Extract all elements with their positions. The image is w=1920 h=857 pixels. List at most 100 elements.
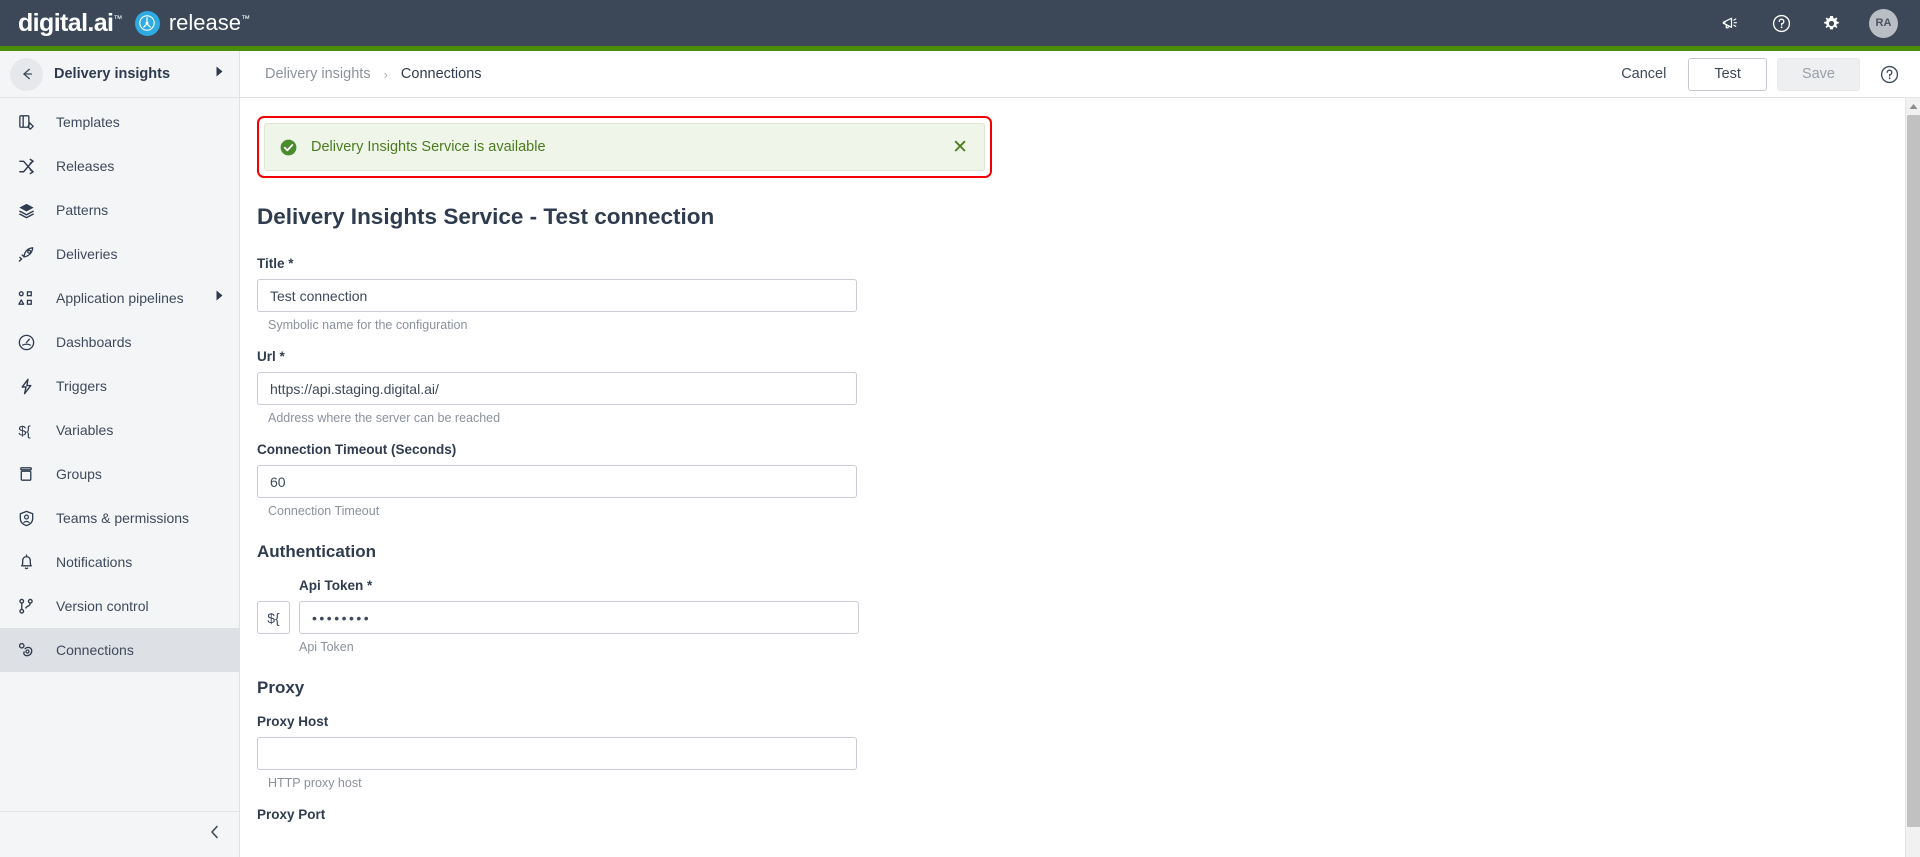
field-proxy-port: Proxy Port <box>257 807 1140 822</box>
field-hint: Connection Timeout <box>268 504 380 518</box>
field-hint: HTTP proxy host <box>268 776 362 790</box>
dashboards-gauge-icon <box>17 333 42 352</box>
release-wordmark: release™ <box>168 10 250 35</box>
trademark-symbol: ™ <box>113 13 122 24</box>
sidebar-item-application-pipelines[interactable]: Application pipelines <box>0 276 239 320</box>
field-proxy-host: Proxy Host HTTP proxy host <box>257 714 1140 790</box>
help-icon[interactable] <box>1769 11 1793 35</box>
vertical-scrollbar[interactable] <box>1905 98 1920 857</box>
close-icon[interactable]: ✕ <box>952 138 968 157</box>
svg-text:{: { <box>26 423 31 439</box>
sidebar-item-teams-permissions[interactable]: Teams & permissions <box>0 496 239 540</box>
user-avatar[interactable]: RA <box>1869 8 1898 38</box>
back-arrow-icon[interactable] <box>10 57 43 91</box>
page-header-actions: Cancel Test Save <box>1603 57 1900 91</box>
sidebar-item-notifications[interactable]: Notifications <box>0 540 239 584</box>
sidebar-item-groups[interactable]: Groups <box>0 452 239 496</box>
help-circle-icon[interactable] <box>1879 64 1900 85</box>
sidebar-item-label: Triggers <box>56 378 107 394</box>
field-label: Title * <box>257 256 294 271</box>
sidebar-item-label: Patterns <box>56 202 109 218</box>
main-content: Delivery Insights Service is available ✕… <box>240 98 1905 857</box>
patterns-layers-icon <box>17 201 42 220</box>
required-marker: * <box>284 256 294 271</box>
sidebar-item-version-control[interactable]: Version control <box>0 584 239 628</box>
breadcrumb-parent-link[interactable]: Delivery insights <box>265 66 371 82</box>
field-label: Connection Timeout (Seconds) <box>257 442 457 457</box>
api-token-input[interactable]: •••••••• <box>299 601 859 634</box>
sidebar-item-expand-icon[interactable] <box>214 289 225 307</box>
page-header: Delivery insights › Connections Cancel T… <box>240 51 1920 98</box>
settings-gear-icon[interactable] <box>1819 11 1843 35</box>
groups-box-icon <box>17 465 42 484</box>
sidebar-item-patterns[interactable]: Patterns <box>0 188 239 232</box>
breadcrumb-separator-icon: › <box>383 66 388 82</box>
field-api-token: Api Token * ${ •••••••• Api Token <box>257 578 1140 654</box>
sidebar-item-variables[interactable]: $ { Variables <box>0 408 239 452</box>
sidebar-item-label: Teams & permissions <box>56 510 190 526</box>
scrollbar-up-arrow-icon[interactable] <box>1906 98 1920 114</box>
sidebar-item-triggers[interactable]: Triggers <box>0 364 239 408</box>
sidebar-collapse-button[interactable] <box>0 811 239 857</box>
sidebar-item-dashboards[interactable]: Dashboards <box>0 320 239 364</box>
proxy-host-input[interactable] <box>257 737 857 770</box>
sidebar-item-connections[interactable]: Connections <box>0 628 239 672</box>
triggers-bolt-icon <box>17 377 42 396</box>
cancel-button[interactable]: Cancel <box>1603 66 1684 82</box>
templates-icon <box>17 113 42 132</box>
sidebar-header-label: Delivery insights <box>54 66 171 82</box>
success-alert-banner: Delivery Insights Service is available ✕ <box>264 123 985 171</box>
field-url: Url * https://api.staging.digital.ai/ Ad… <box>257 349 1140 425</box>
teams-permissions-icon <box>17 509 42 528</box>
field-connection-timeout: Connection Timeout (Seconds) 60 Connecti… <box>257 442 1140 518</box>
sidebar-header-delivery-insights[interactable]: Delivery insights <box>0 51 239 98</box>
digital-ai-wordmark: digital.ai™ <box>18 8 122 37</box>
sidebar-item-label: Variables <box>56 422 114 438</box>
connections-plug-icon <box>17 641 42 660</box>
scrollbar-thumb[interactable] <box>1907 115 1920 827</box>
alert-highlight-box: Delivery Insights Service is available ✕ <box>257 116 992 178</box>
sidebar-header-expand-icon[interactable] <box>214 65 225 83</box>
version-control-branch-icon <box>17 597 42 616</box>
field-label: Api Token * <box>299 578 373 593</box>
field-label: Proxy Host <box>257 714 329 729</box>
test-button[interactable]: Test <box>1688 57 1767 91</box>
connection-form: Delivery Insights Service - Test connect… <box>240 178 1140 822</box>
required-marker: * <box>275 349 285 364</box>
release-product-icon <box>134 10 160 36</box>
save-button[interactable]: Save <box>1776 57 1860 91</box>
sidebar-item-label: Application pipelines <box>56 290 184 306</box>
announcements-icon[interactable] <box>1719 11 1743 35</box>
sidebar-item-label: Templates <box>56 114 120 130</box>
chevron-left-icon <box>208 824 222 845</box>
check-circle-icon <box>279 138 298 157</box>
sidebar-item-label: Groups <box>56 466 102 482</box>
field-hint: Symbolic name for the configuration <box>268 318 468 332</box>
deliveries-rocket-icon <box>17 245 42 264</box>
sidebar-item-label: Deliveries <box>56 246 118 262</box>
variable-insert-button[interactable]: ${ <box>257 601 290 634</box>
sidebar-item-label: Connections <box>56 642 134 658</box>
field-label: Proxy Port <box>257 807 326 822</box>
sidebar: Delivery insights Templates Releases Pat… <box>0 51 240 857</box>
sidebar-item-deliveries[interactable]: Deliveries <box>0 232 239 276</box>
sidebar-item-label: Notifications <box>56 554 133 570</box>
section-title-proxy: Proxy <box>257 678 305 697</box>
sidebar-item-label: Version control <box>56 598 149 614</box>
section-title-authentication: Authentication <box>257 542 376 561</box>
variables-icon: $ { <box>17 421 42 440</box>
brand-logo[interactable]: digital.ai™ release™ <box>0 8 250 37</box>
sidebar-item-label: Dashboards <box>56 334 132 350</box>
url-input[interactable]: https://api.staging.digital.ai/ <box>257 372 857 405</box>
sidebar-item-templates[interactable]: Templates <box>0 100 239 144</box>
field-hint: Address where the server can be reached <box>268 411 501 425</box>
api-token-input-group: ${ •••••••• <box>257 601 1140 634</box>
connection-timeout-input[interactable]: 60 <box>257 465 857 498</box>
release-trademark-symbol: ™ <box>240 13 250 24</box>
title-input[interactable]: Test connection <box>257 279 857 312</box>
notifications-bell-icon <box>17 553 42 572</box>
sidebar-item-releases[interactable]: Releases <box>0 144 239 188</box>
field-label: Url * <box>257 349 285 364</box>
top-bar-actions: RA <box>1719 8 1920 38</box>
sidebar-item-label: Releases <box>56 158 115 174</box>
